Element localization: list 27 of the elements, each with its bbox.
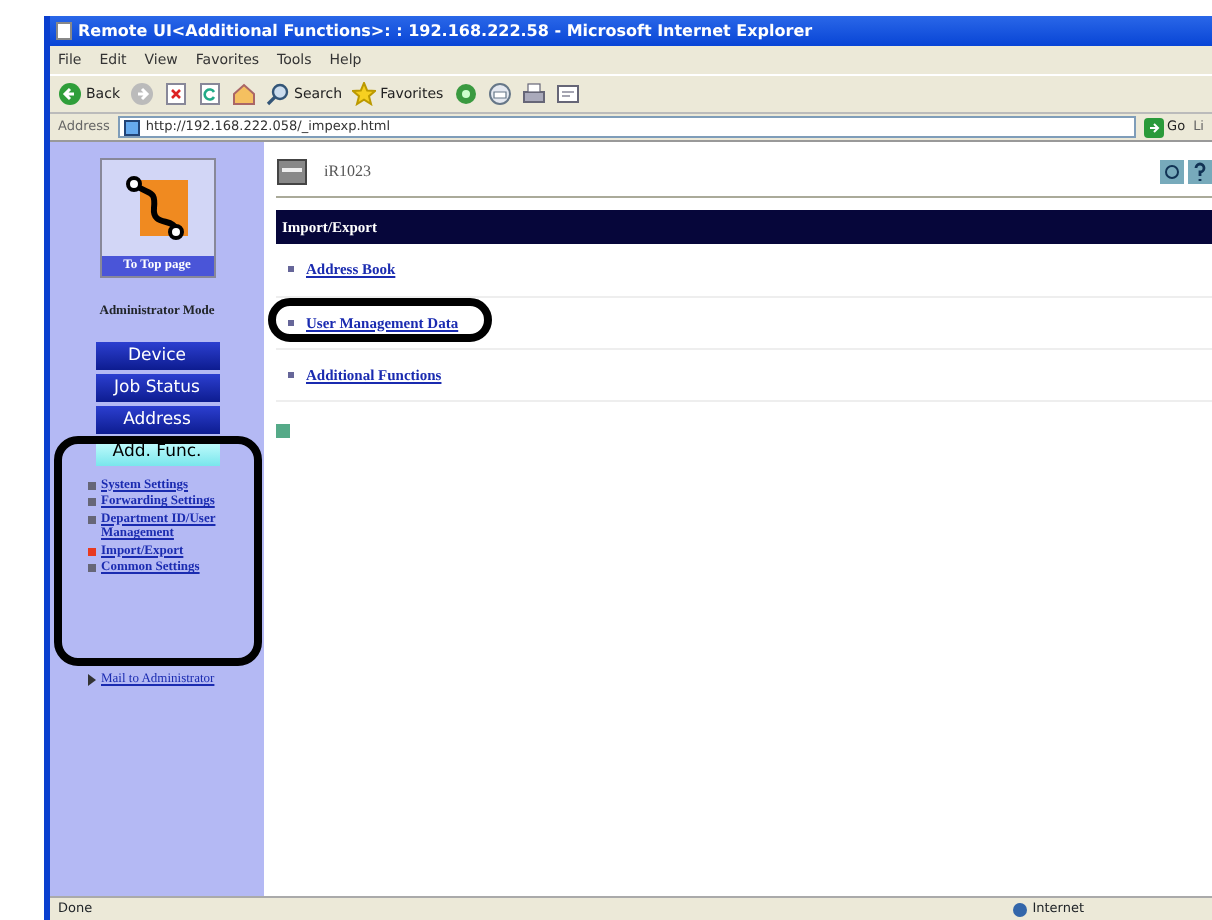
small-page-icon bbox=[276, 423, 290, 438]
nav-button[interactable]: Address bbox=[95, 405, 219, 434]
arrow-icon bbox=[1143, 117, 1164, 137]
arrow-icon bbox=[87, 673, 95, 686]
page-icon bbox=[123, 119, 140, 135]
document-icon[interactable] bbox=[555, 82, 580, 106]
printer-icon bbox=[276, 158, 308, 186]
disc-icon[interactable] bbox=[453, 82, 478, 106]
page-x-icon[interactable] bbox=[164, 82, 188, 106]
printer-icon[interactable] bbox=[521, 82, 546, 106]
star-icon bbox=[352, 82, 377, 106]
window-title: Remote UI<Additional Functions>: : 192.168.222.58 - Microsoft Internet Explorer bbox=[78, 19, 813, 43]
globe-icon bbox=[1012, 901, 1029, 917]
bullet-icon bbox=[288, 371, 294, 378]
search-icon bbox=[266, 82, 290, 106]
nav-button[interactable]: Device bbox=[95, 341, 219, 370]
bullet-icon bbox=[288, 266, 294, 273]
bullet-icon bbox=[288, 319, 294, 326]
refresh-icon[interactable] bbox=[1160, 160, 1184, 184]
back-arrow-icon bbox=[58, 82, 82, 106]
page-icon bbox=[56, 22, 72, 40]
nav-button[interactable]: Job Status bbox=[95, 373, 219, 402]
device-name: iR1023 bbox=[324, 160, 372, 184]
house-icon[interactable] bbox=[232, 82, 256, 106]
path-logo-icon bbox=[123, 172, 191, 244]
help-icon[interactable] bbox=[1188, 160, 1212, 184]
refresh-icon[interactable] bbox=[198, 82, 222, 106]
